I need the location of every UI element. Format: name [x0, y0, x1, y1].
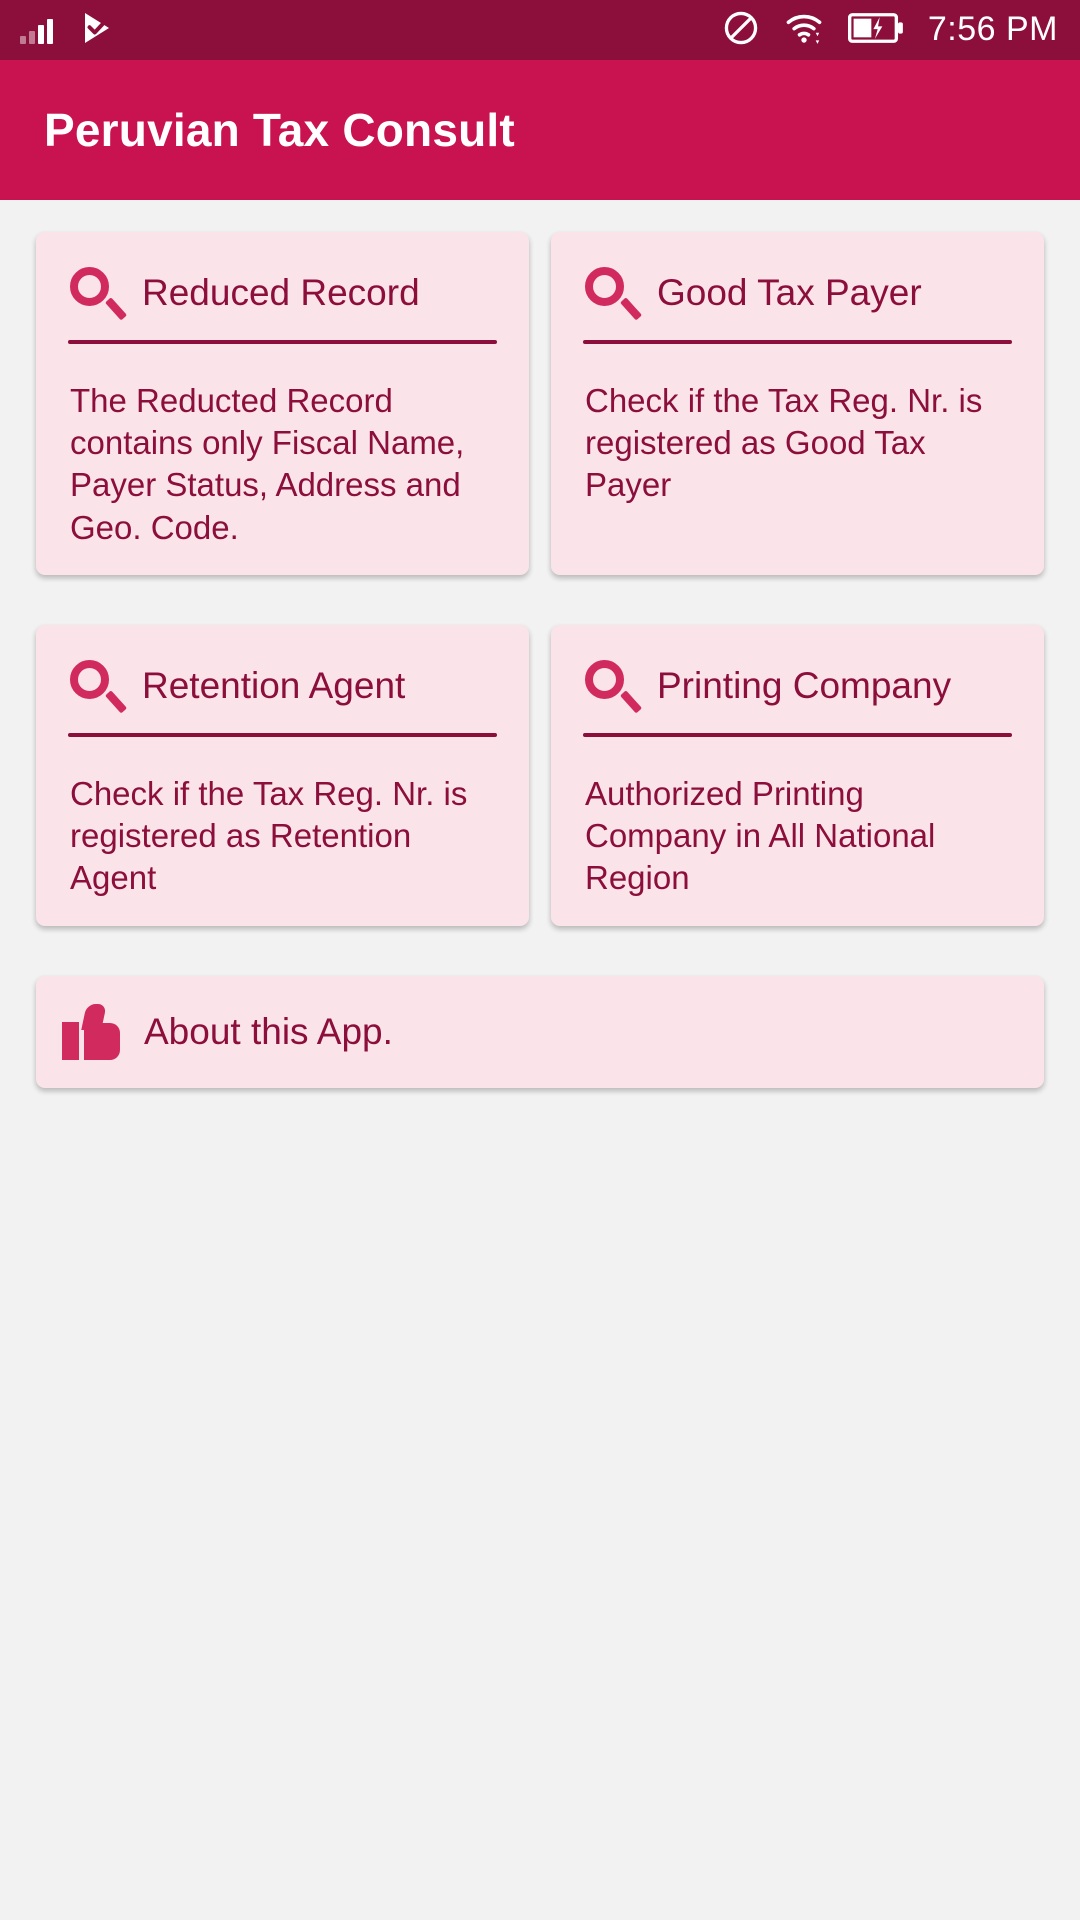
card-printing-company[interactable]: Printing Company Authorized Printing Com…: [551, 624, 1044, 926]
search-icon: [581, 655, 643, 717]
card-title: Reduced Record: [142, 271, 420, 313]
card-retention-agent[interactable]: Retention Agent Check if the Tax Reg. Nr…: [36, 624, 529, 926]
main-content: Reduced Record The Reducted Record conta…: [0, 200, 1080, 1088]
card-header: Reduced Record: [60, 256, 505, 324]
card-reduced-record[interactable]: Reduced Record The Reducted Record conta…: [36, 232, 529, 575]
about-title: About this App.: [144, 1010, 393, 1052]
status-bar-clock: 7:56 PM: [927, 10, 1058, 48]
search-icon: [66, 262, 128, 324]
card-description: Authorized Printing Company in All Natio…: [585, 774, 936, 897]
card-row-2: Retention Agent Check if the Tax Reg. Nr…: [36, 624, 1044, 926]
card-description: Check if the Tax Reg. Nr. is registered …: [585, 382, 983, 504]
battery-charging-icon: [847, 11, 904, 50]
search-icon: [66, 655, 128, 717]
card-row-1: Reduced Record The Reducted Record conta…: [36, 232, 1044, 575]
thumbs-up-icon: [60, 1002, 126, 1062]
card-title: Retention Agent: [142, 664, 406, 706]
card-header: Good Tax Payer: [575, 256, 1020, 324]
card-header: Printing Company: [575, 649, 1020, 717]
card-header: Retention Agent: [60, 649, 505, 717]
signal-bars-icon: [20, 16, 53, 44]
page-title: Peruvian Tax Consult: [44, 104, 515, 156]
status-bar-left-icons: [20, 10, 115, 51]
app-bar: Peruvian Tax Consult: [0, 60, 1080, 200]
wifi-icon: [784, 9, 824, 52]
status-bar-right-icons: 7:56 PM: [722, 9, 1058, 52]
app-notification-icon: [79, 10, 115, 51]
card-description: Check if the Tax Reg. Nr. is registered …: [70, 774, 468, 897]
card-description: The Reducted Record contains only Fiscal…: [70, 382, 465, 546]
status-bar: 7:56 PM: [0, 0, 1080, 60]
do-not-disturb-icon: [722, 9, 760, 52]
card-title: Good Tax Payer: [657, 271, 922, 313]
search-icon: [581, 262, 643, 324]
card-about-this-app[interactable]: About this App.: [36, 975, 1044, 1088]
card-good-tax-payer[interactable]: Good Tax Payer Check if the Tax Reg. Nr.…: [551, 232, 1044, 575]
card-title: Printing Company: [657, 664, 952, 706]
